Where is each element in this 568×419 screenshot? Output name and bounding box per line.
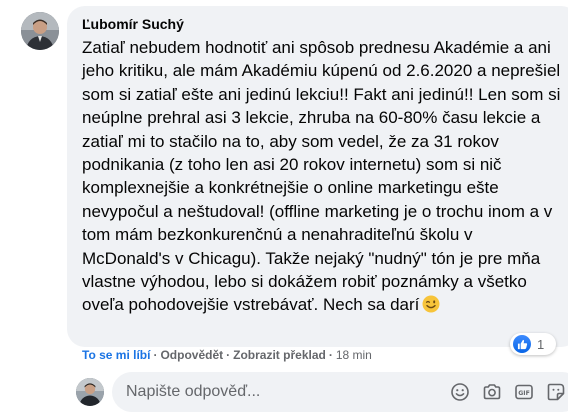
reaction-summary[interactable]: 1 xyxy=(510,333,556,355)
camera-icon[interactable] xyxy=(482,382,502,402)
comment-text: Zatiaľ nebudem hodnotiť ani spôsob predn… xyxy=(82,36,562,317)
reply-action[interactable]: Odpovědět xyxy=(160,348,223,362)
separator: · xyxy=(226,348,231,362)
separator: · xyxy=(153,348,158,362)
winking-face-icon xyxy=(422,295,440,313)
sticker-icon[interactable] xyxy=(546,382,566,402)
emoji-icon[interactable] xyxy=(450,382,470,402)
gif-icon[interactable]: GIF xyxy=(514,382,534,402)
reply-input[interactable] xyxy=(126,372,426,412)
like-action[interactable]: To se mi líbí xyxy=(82,348,150,362)
current-user-avatar[interactable] xyxy=(76,378,104,406)
comment-timestamp[interactable]: 18 min xyxy=(336,348,372,362)
see-translation-action[interactable]: Zobrazit překlad xyxy=(233,348,326,362)
comment-bubble: Ľubomír Suchý Zatiaľ nebudem hodnotiť an… xyxy=(67,6,568,347)
reply-composer[interactable]: GIF xyxy=(112,372,568,412)
comment-actions: To se mi líbí · Odpovědět · Zobrazit překlad… xyxy=(82,346,372,364)
like-icon xyxy=(513,335,531,353)
author-avatar[interactable] xyxy=(21,12,59,50)
comment-body: Zatiaľ nebudem hodnotiť ani spôsob predn… xyxy=(82,38,561,315)
reaction-count: 1 xyxy=(537,336,545,352)
svg-text:GIF: GIF xyxy=(518,390,530,397)
separator: · xyxy=(328,348,333,362)
comment-author[interactable]: Ľubomír Suchý xyxy=(82,16,561,33)
